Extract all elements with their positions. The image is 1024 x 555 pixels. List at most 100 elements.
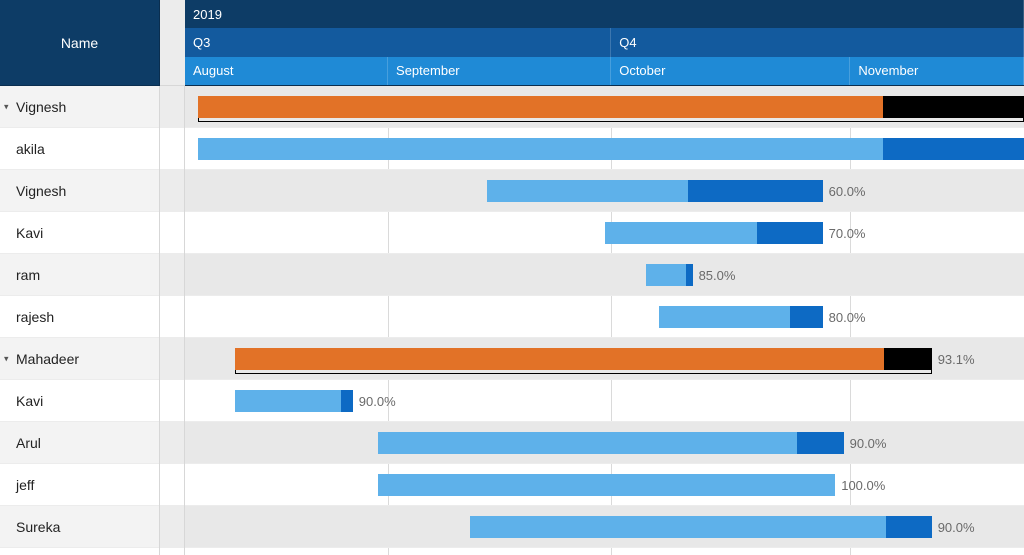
spacer-cell: [160, 212, 184, 254]
name-column-header-label: Name: [61, 35, 98, 51]
task-name-cell[interactable]: ram: [0, 254, 159, 296]
summary-bracket: [235, 370, 931, 374]
chart-row: [185, 128, 1024, 170]
gantt-bar-progress: [605, 222, 758, 244]
task-name-label: akila: [16, 141, 45, 157]
task-name-label: Vignesh: [16, 99, 66, 115]
task-name-label: Arul: [16, 435, 41, 451]
gantt-task-bar[interactable]: [198, 138, 1024, 160]
gantt-task-bar[interactable]: 90.0%: [378, 432, 844, 454]
chart-row: 93.1%: [185, 338, 1024, 380]
gantt-task-bar[interactable]: 90.0%: [470, 516, 931, 538]
chart-row: 90.0%: [185, 506, 1024, 548]
gantt-bar-remaining: [883, 96, 1023, 118]
gantt-bar-remaining: [757, 222, 822, 244]
spacer-column: [160, 86, 185, 555]
chart-row: 100.0%: [185, 464, 1024, 506]
timeline-quarter-row: Q3 Q4: [185, 28, 1024, 56]
task-name-label: Sureka: [16, 519, 60, 535]
task-name-label: Kavi: [16, 225, 43, 241]
task-name-cell[interactable]: Sureka: [0, 506, 159, 548]
task-name-cell[interactable]: Vignesh: [0, 170, 159, 212]
task-name-cell[interactable]: ▾ Mahadeer: [0, 338, 159, 380]
gantt-task-bar[interactable]: 90.0%: [235, 390, 352, 412]
task-name-label: ram: [16, 267, 40, 283]
chart-row: 85.0%: [185, 254, 1024, 296]
gantt-bar-progress: [198, 138, 884, 160]
chart-row: 60.0%: [185, 170, 1024, 212]
gantt-bar-progress: [235, 348, 883, 370]
task-name-cell[interactable]: Kavi: [0, 380, 159, 422]
gantt-summary-bar[interactable]: 93.1%: [235, 348, 931, 370]
gantt-task-bar[interactable]: 85.0%: [646, 264, 692, 286]
chart-area[interactable]: 60.0%70.0%85.0%80.0%93.1%90.0%90.0%100.0…: [185, 86, 1024, 555]
timeline-year-row: 2019: [185, 0, 1024, 28]
gantt-bar-percent-label: 70.0%: [823, 222, 866, 244]
timeline-month-label: October: [619, 63, 665, 78]
chart-row: [185, 86, 1024, 128]
chart-row: 80.0%: [185, 296, 1024, 338]
spacer-cell: [160, 128, 184, 170]
task-name-label: Vignesh: [16, 183, 66, 199]
gantt-bar-percent-label: 60.0%: [823, 180, 866, 202]
timeline-quarter-cell: Q4: [611, 28, 1024, 56]
gantt-bar-progress: [659, 306, 790, 328]
gantt-bar-progress: [487, 180, 688, 202]
gantt-bar-percent-label: 80.0%: [823, 306, 866, 328]
gantt-bar-progress: [378, 474, 835, 496]
gantt-bar-remaining: [797, 432, 844, 454]
task-name-label: rajesh: [16, 309, 54, 325]
gantt-bar-remaining: [886, 516, 932, 538]
spacer-cell: [160, 338, 184, 380]
task-name-cell[interactable]: Kavi: [0, 212, 159, 254]
spacer-cell: [160, 170, 184, 212]
gantt-bar-percent-label: 100.0%: [835, 474, 885, 496]
chart-row: 90.0%: [185, 380, 1024, 422]
timeline-month-label: November: [858, 63, 918, 78]
chart-row: 70.0%: [185, 212, 1024, 254]
timeline-header: 2019 Q3 Q4 AugustSeptember October November: [185, 0, 1024, 86]
task-name-label: Kavi: [16, 393, 43, 409]
timeline-month-cell: November: [850, 57, 1024, 85]
timeline-month-cell: September: [388, 57, 611, 85]
gantt-bar-progress: [235, 390, 341, 412]
task-name-cell[interactable]: jeff: [0, 464, 159, 506]
gantt-bar-progress: [198, 96, 884, 118]
gantt-task-bar[interactable]: 100.0%: [378, 474, 835, 496]
task-name-cell[interactable]: rajesh: [0, 296, 159, 338]
gantt-bar-percent-label: 93.1%: [932, 348, 975, 370]
gantt-bar-remaining: [884, 348, 932, 370]
gantt-summary-bar[interactable]: [198, 96, 1024, 118]
header-spacer: [160, 0, 185, 86]
timeline-month-cell: October: [611, 57, 850, 85]
spacer-cell: [160, 506, 184, 548]
chevron-down-icon[interactable]: ▾: [4, 353, 9, 364]
timeline-quarter-label: Q4: [619, 35, 636, 50]
gantt-chart: Name 2019 Q3 Q4 AugustSeptember October Nov…: [0, 0, 1024, 555]
task-name-cell[interactable]: ▾ Vignesh: [0, 86, 159, 128]
task-name-cell[interactable]: akila: [0, 128, 159, 170]
spacer-cell: [160, 296, 184, 338]
gantt-bar-remaining: [686, 264, 693, 286]
gantt-task-bar[interactable]: 70.0%: [605, 222, 823, 244]
timeline-year-label: 2019: [193, 7, 222, 22]
timeline-month-cell: August: [185, 57, 388, 85]
task-name-cell[interactable]: Arul: [0, 422, 159, 464]
gantt-task-bar[interactable]: 60.0%: [487, 180, 823, 202]
gantt-bar-percent-label: 85.0%: [693, 264, 736, 286]
timeline-quarter-cell: Q3: [185, 28, 611, 56]
chevron-down-icon[interactable]: ▾: [4, 101, 9, 112]
gantt-bar-progress: [378, 432, 797, 454]
gantt-bar-percent-label: 90.0%: [353, 390, 396, 412]
gantt-task-bar[interactable]: 80.0%: [659, 306, 823, 328]
gantt-bar-remaining: [883, 138, 1023, 160]
gantt-bar-progress: [470, 516, 885, 538]
spacer-cell: [160, 380, 184, 422]
gantt-bar-remaining: [790, 306, 823, 328]
task-name-label: Mahadeer: [16, 351, 79, 367]
timeline-year-cell: 2019: [185, 0, 1024, 28]
timeline-quarter-label: Q3: [193, 35, 210, 50]
name-column-header: Name: [0, 0, 160, 86]
task-name-label: jeff: [16, 477, 34, 493]
spacer-cell: [160, 422, 184, 464]
